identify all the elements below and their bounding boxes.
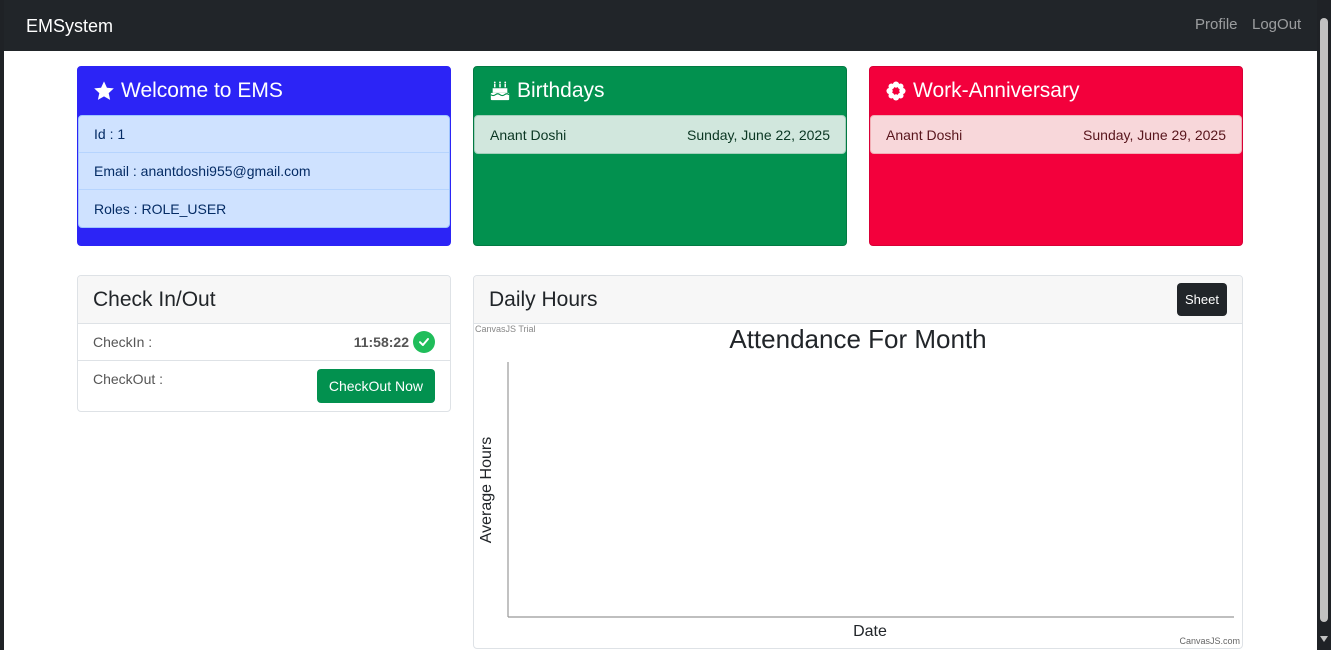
daily-hours-card: Daily Hours Sheet CanvasJS Trial Attenda… xyxy=(473,275,1243,649)
brand-logo[interactable]: EMSystem xyxy=(26,16,113,37)
check-circle-icon xyxy=(413,331,435,353)
user-id-text: Id : 1 xyxy=(94,126,126,142)
work-anniversary-card-title: Work-Anniversary xyxy=(913,79,1080,102)
attendance-chart-svg: CanvasJS Trial Attendance For Month Aver… xyxy=(475,324,1240,646)
check-in-out-header: Check In/Out xyxy=(78,276,450,324)
nav-profile-link[interactable]: Profile xyxy=(1195,16,1238,33)
birthday-entry: Anant Doshi Sunday, June 22, 2025 xyxy=(475,116,845,153)
birthdays-card-header: Birthdays xyxy=(474,67,846,115)
user-roles-text: Roles : ROLE_USER xyxy=(94,200,227,217)
work-anniversary-card-header: Work-Anniversary xyxy=(870,67,1242,115)
checkin-row: CheckIn : 11:58:22 xyxy=(78,324,450,361)
flower-icon xyxy=(885,80,907,102)
checkin-time-wrap: 11:58:22 xyxy=(354,331,435,353)
birthdays-card-title: Birthdays xyxy=(517,79,605,102)
birthday-date: Sunday, June 22, 2025 xyxy=(687,126,830,143)
user-roles-item: Roles : ROLE_USER xyxy=(79,190,449,227)
birthdays-list: Anant Doshi Sunday, June 22, 2025 xyxy=(474,115,846,154)
checkin-time: 11:58:22 xyxy=(353,334,409,350)
chart-title: Attendance For Month xyxy=(729,324,986,354)
user-email-item: Email : anantdoshi955@gmail.com xyxy=(79,153,449,190)
attendance-chart: CanvasJS Trial Attendance For Month Aver… xyxy=(474,324,1242,648)
top-navbar: EMSystem Profile LogOut xyxy=(4,0,1317,51)
birthdays-card: Birthdays Anant Doshi Sunday, June 22, 2… xyxy=(473,66,847,246)
x-axis-label: Date xyxy=(853,623,887,640)
sheet-button[interactable]: Sheet xyxy=(1177,283,1227,316)
checkout-label: CheckOut : xyxy=(93,371,164,387)
daily-hours-title: Daily Hours xyxy=(489,287,598,311)
scroll-down-arrow[interactable] xyxy=(1320,636,1328,642)
y-axis-label: Average Hours xyxy=(478,437,495,543)
canvasjs-trial-watermark: CanvasJS Trial xyxy=(475,324,536,334)
check-in-out-card: Check In/Out CheckIn : 11:58:22 CheckOut… xyxy=(77,275,451,412)
anniversary-entry: Anant Doshi Sunday, June 29, 2025 xyxy=(871,116,1241,153)
canvasjs-credit[interactable]: CanvasJS.com xyxy=(1179,636,1240,646)
checkout-row: CheckOut : CheckOut Now xyxy=(78,361,450,410)
user-id-item: Id : 1 xyxy=(79,116,449,153)
welcome-card-header: Welcome to EMS xyxy=(78,67,450,115)
daily-hours-header: Daily Hours Sheet xyxy=(474,276,1242,324)
anniversary-list: Anant Doshi Sunday, June 29, 2025 xyxy=(870,115,1242,154)
checkout-now-button[interactable]: CheckOut Now xyxy=(316,369,435,403)
star-icon xyxy=(93,80,115,102)
welcome-info-list: Id : 1 Email : anantdoshi955@gmail.com R… xyxy=(78,115,450,228)
check-in-out-title: Check In/Out xyxy=(93,287,216,311)
nav-logout-link[interactable]: LogOut xyxy=(1252,16,1301,33)
window-edge xyxy=(0,0,4,650)
work-anniversary-card: Work-Anniversary Anant Doshi Sunday, Jun… xyxy=(869,66,1243,246)
welcome-card: Welcome to EMS Id : 1 Email : anantdoshi… xyxy=(77,66,451,246)
scrollbar-thumb[interactable] xyxy=(1320,18,1328,622)
vertical-scrollbar[interactable] xyxy=(1317,0,1331,650)
welcome-card-title: Welcome to EMS xyxy=(121,79,283,102)
birthday-name: Anant Doshi xyxy=(490,126,567,143)
anniversary-date: Sunday, June 29, 2025 xyxy=(1083,126,1226,143)
cake-icon xyxy=(489,80,511,102)
anniversary-name: Anant Doshi xyxy=(886,126,963,143)
checkin-label: CheckIn : xyxy=(93,334,153,350)
user-email-text: Email : anantdoshi955@gmail.com xyxy=(94,163,311,179)
